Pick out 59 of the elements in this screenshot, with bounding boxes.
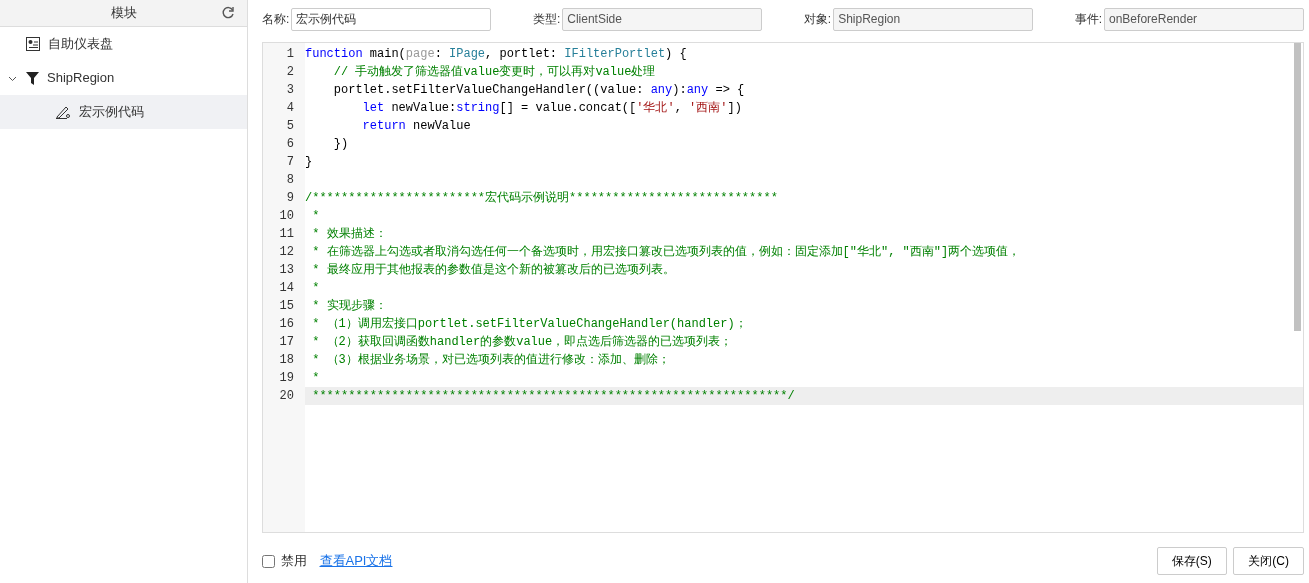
code-line: // 手动触发了筛选器值value变更时，可以再对value处理	[332, 64, 657, 81]
line-number: 4	[285, 100, 295, 117]
code-line: /************************宏代码示例说明*****************************	[305, 190, 779, 207]
line-number: 16	[278, 316, 295, 333]
line-number: 15	[278, 298, 295, 315]
field-label: 对象:	[803, 11, 832, 28]
line-number: 8	[285, 172, 295, 189]
field-label: 类型:	[532, 11, 561, 28]
line-number: 6	[285, 136, 295, 153]
tree-item[interactable]: 自助仪表盘	[0, 27, 247, 61]
pen-icon	[56, 105, 71, 119]
line-number: 12	[278, 244, 295, 261]
code-line: })	[332, 136, 350, 153]
code-line: return newValue	[361, 118, 472, 135]
refresh-icon[interactable]	[221, 6, 235, 20]
tree-item[interactable]: 宏示例代码	[0, 95, 247, 129]
code-line: *	[311, 370, 321, 387]
line-number: 11	[278, 226, 295, 243]
field-label: 事件:	[1074, 11, 1102, 28]
line-number: 20	[278, 388, 295, 405]
code-line: *	[311, 208, 321, 225]
code-line: * （1）调用宏接口portlet.setFilterValueChangeHandler(handler)；	[311, 316, 748, 333]
line-number: 13	[278, 262, 295, 279]
chevron-icon[interactable]	[8, 75, 17, 82]
code-line: function main(page: IPage, portlet: IFilterPortlet) {	[305, 46, 688, 63]
line-number: 3	[285, 82, 295, 99]
code-editor[interactable]	[262, 42, 1304, 533]
line-number: 7	[285, 154, 295, 171]
line-number: 10	[278, 208, 295, 225]
disable-checkbox[interactable]	[262, 554, 275, 568]
line-number: 2	[285, 64, 295, 81]
code-line: * （3）根据业务场景，对已选项列表的值进行修改：添加、删除；	[311, 352, 671, 369]
code-line: * 在筛选器上勾选或者取消勾选任何一个备选项时，用宏接口篡改已选项列表的值，例如：固定添加["华北", "西南"]两个选项值，	[311, 244, 1022, 261]
line-number: 19	[278, 370, 295, 387]
line-number: 9	[285, 190, 295, 207]
code-line: *	[311, 280, 321, 297]
sidebar-title: 模块	[110, 4, 137, 23]
dialog-button[interactable]: 关闭(C)	[1233, 547, 1304, 575]
line-number: 14	[278, 280, 295, 297]
dashboard-icon	[26, 37, 40, 51]
code-line: let newValue:string[] = value.concat(['华北', '西南'])	[361, 100, 743, 117]
line-number: 18	[278, 352, 295, 369]
code-line: }	[305, 154, 314, 171]
line-number: 5	[285, 118, 295, 135]
field-label: 名称:	[262, 11, 290, 28]
input-field[interactable]: 宏示例代码	[291, 7, 492, 31]
code-line: * （2）获取回调函数handler的参数value，即点选后筛选器的已选项列表；	[311, 334, 734, 351]
code-line: * 实现步骤：	[311, 298, 388, 315]
checkbox-label: 禁用	[281, 552, 307, 571]
code-line: * 效果描述：	[311, 226, 388, 243]
scrollbar-thumb[interactable]	[1294, 43, 1301, 331]
tree-item[interactable]: ShipRegion	[0, 61, 247, 95]
code-line: portlet.setFilterValueChangeHandler((value: any):any => {	[332, 82, 746, 99]
filter-icon	[26, 71, 39, 85]
api-docs-link[interactable]: 查看API文档	[319, 551, 393, 571]
line-number: 1	[285, 46, 295, 63]
code-line: * 最终应用于其他报表的参数值是这个新的被篡改后的已选项列表。	[311, 262, 676, 279]
dialog-button[interactable]: 保存(S)	[1156, 547, 1227, 575]
line-number: 17	[278, 334, 295, 351]
